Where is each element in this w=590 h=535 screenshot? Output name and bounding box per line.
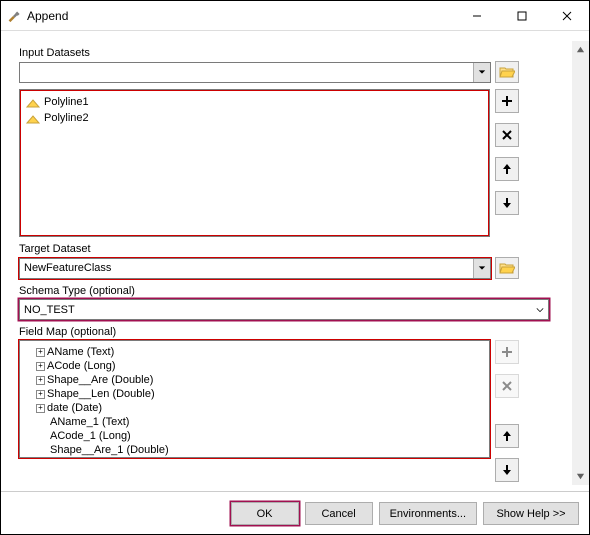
expand-icon[interactable]: + [36, 404, 45, 413]
x-icon [502, 381, 512, 391]
tree-node-label: ACode (Long) [47, 359, 116, 373]
scroll-up-icon[interactable] [572, 41, 589, 58]
fm-remove-button[interactable] [495, 374, 519, 398]
show-help-button[interactable]: Show Help >> [483, 502, 579, 525]
arrow-up-icon [502, 163, 512, 175]
target-dataset-label: Target Dataset [19, 243, 519, 255]
chevron-down-icon[interactable] [473, 63, 490, 82]
minimize-button[interactable] [454, 2, 499, 30]
chevron-down-icon[interactable] [532, 307, 548, 313]
tree-node[interactable]: ACode_1 (Long) [22, 429, 487, 443]
tree-node[interactable]: +AName (Text) [22, 345, 487, 359]
environments-button[interactable]: Environments... [379, 502, 477, 525]
folder-open-icon [499, 65, 515, 79]
input-datasets-combo[interactable] [19, 62, 491, 83]
expand-icon[interactable]: + [36, 390, 45, 399]
scroll-down-icon[interactable] [572, 468, 589, 485]
ok-button[interactable]: OK [231, 502, 299, 525]
tree-node[interactable]: Shape__Are_1 (Double) [22, 443, 487, 457]
list-item[interactable]: Polyline1 [26, 94, 483, 110]
tree-node[interactable]: +Shape__Are (Double) [22, 373, 487, 387]
expand-icon[interactable]: + [36, 376, 45, 385]
list-item[interactable]: Polyline2 [26, 110, 483, 126]
dialog-footer: OK Cancel Environments... Show Help >> [1, 491, 589, 535]
window-title: Append [25, 9, 454, 23]
x-icon [502, 130, 512, 140]
field-map-label: Field Map (optional) [19, 326, 519, 338]
schema-type-combo[interactable]: NO_TEST [19, 299, 549, 320]
arrow-up-icon [502, 430, 512, 442]
featureclass-icon [26, 96, 40, 108]
expand-icon[interactable]: + [36, 348, 45, 357]
folder-open-icon [499, 261, 515, 275]
tree-node-label: Shape__Are (Double) [47, 373, 153, 387]
move-up-button[interactable] [495, 157, 519, 181]
vertical-scrollbar[interactable] [572, 41, 589, 485]
tree-node-label: ACode_1 (Long) [50, 429, 131, 443]
list-item-label: Polyline1 [44, 96, 89, 108]
tree-node-label: date (Date) [47, 401, 102, 415]
target-dataset-value: NewFeatureClass [24, 262, 111, 274]
expand-icon[interactable]: + [36, 362, 45, 371]
plus-icon [501, 95, 513, 107]
tree-node[interactable]: +ACode (Long) [22, 359, 487, 373]
field-map-tree[interactable]: +AName (Text)+ACode (Long)+Shape__Are (D… [19, 340, 490, 458]
fm-add-button[interactable] [495, 340, 519, 364]
input-datasets-label: Input Datasets [19, 47, 519, 59]
tree-node-label: Shape__Len (Double) [47, 387, 155, 401]
arrow-down-icon [502, 197, 512, 209]
schema-type-value: NO_TEST [24, 304, 75, 316]
remove-button[interactable] [495, 123, 519, 147]
close-button[interactable] [544, 2, 589, 30]
schema-type-label: Schema Type (optional) [19, 285, 549, 297]
tree-node-label: AName (Text) [47, 345, 114, 359]
tree-node-label: AName_1 (Text) [50, 415, 129, 429]
fm-move-up-button[interactable] [495, 424, 519, 448]
target-dataset-combo[interactable]: NewFeatureClass [19, 258, 491, 279]
chevron-down-icon[interactable] [473, 259, 490, 278]
maximize-button[interactable] [499, 2, 544, 30]
featureclass-icon [26, 112, 40, 124]
list-item-label: Polyline2 [44, 112, 89, 124]
arrow-down-icon [502, 464, 512, 476]
tree-node[interactable]: +date (Date) [22, 401, 487, 415]
hammer-icon [1, 9, 25, 23]
tree-node-label: Shape__Are_1 (Double) [50, 443, 169, 457]
move-down-button[interactable] [495, 191, 519, 215]
plus-icon [501, 346, 513, 358]
fm-move-down-button[interactable] [495, 458, 519, 482]
input-datasets-list[interactable]: Polyline1 Polyline2 [19, 89, 490, 237]
browse-input-button[interactable] [495, 61, 519, 83]
title-bar: Append [1, 1, 589, 31]
tree-node[interactable]: AName_1 (Text) [22, 415, 487, 429]
tree-node[interactable]: +Shape__Len (Double) [22, 387, 487, 401]
cancel-button[interactable]: Cancel [305, 502, 373, 525]
add-button[interactable] [495, 89, 519, 113]
browse-target-button[interactable] [495, 257, 519, 279]
dialog-content: Input Datasets Polyline1 Polyline2 [1, 31, 589, 491]
